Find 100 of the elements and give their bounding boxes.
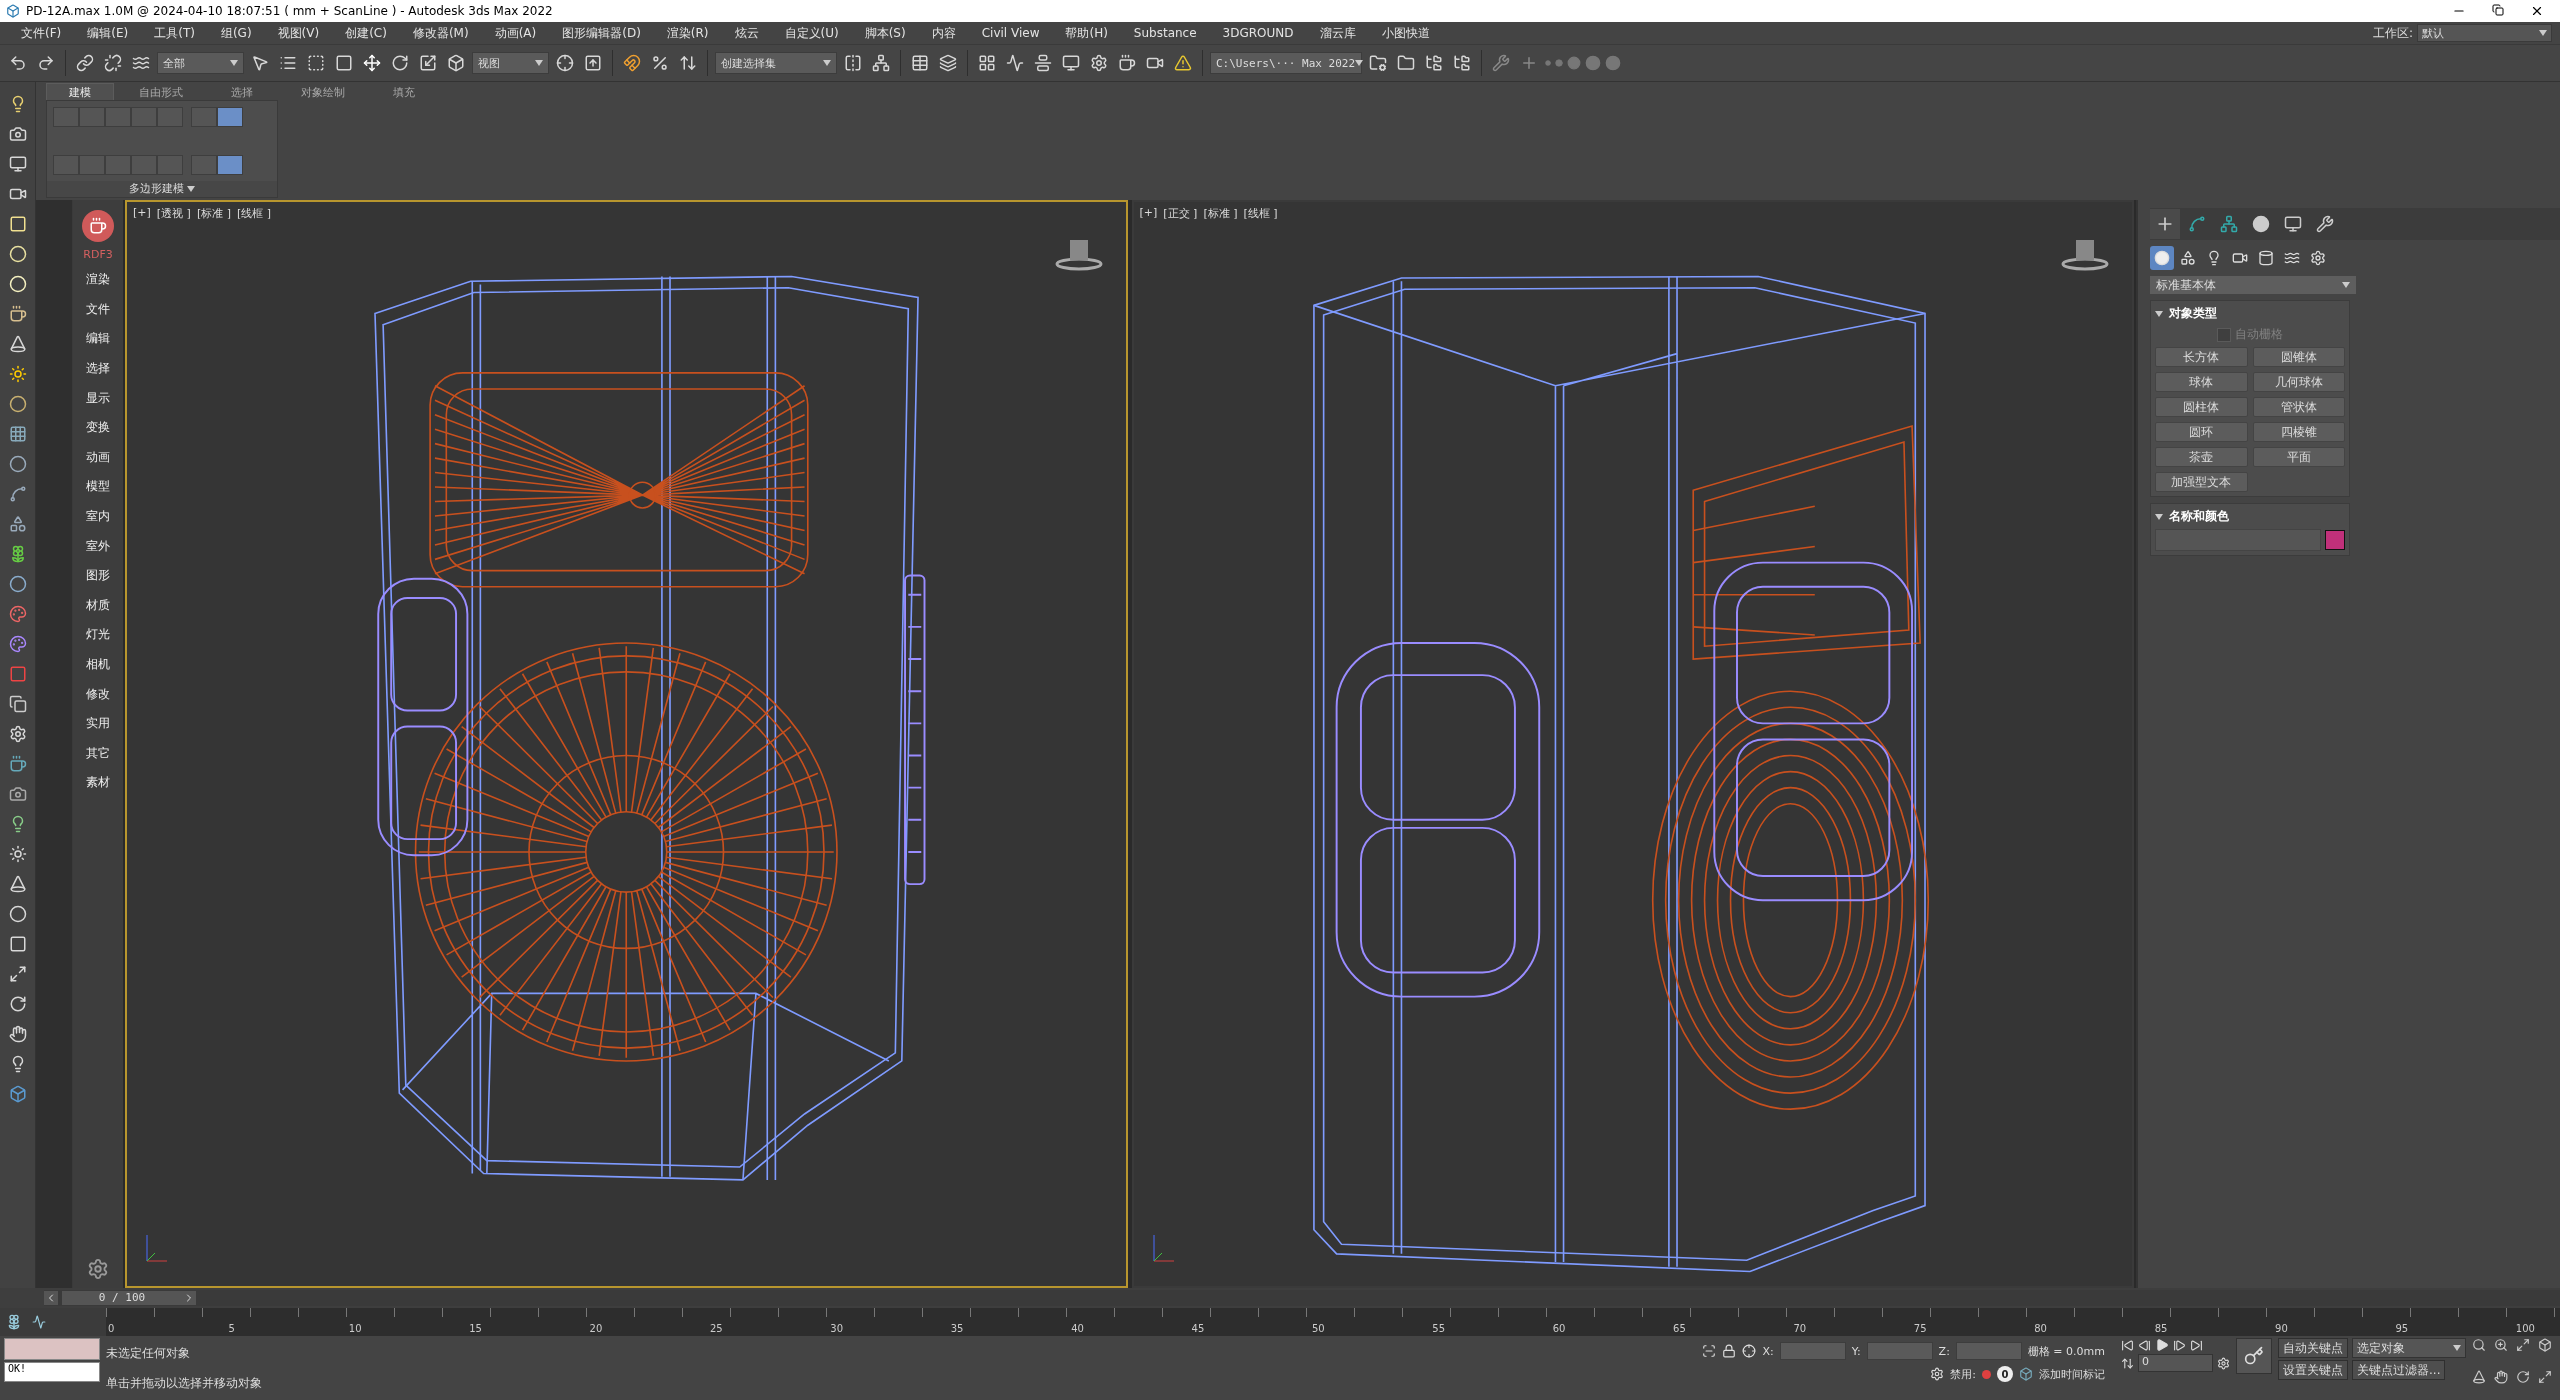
listener-output[interactable]: OK! <box>4 1362 100 1382</box>
restore-icon[interactable] <box>2492 4 2504 16</box>
zoom-icon[interactable] <box>2472 1338 2486 1352</box>
menu-item[interactable]: 自定义(U) <box>771 24 852 42</box>
y-field[interactable] <box>1866 1342 1933 1360</box>
set-key-button[interactable]: 设置关键点 <box>2278 1360 2348 1380</box>
plugin-menu-item[interactable]: 模型 <box>86 472 110 502</box>
viewport-label[interactable]: [线框 ] <box>1243 206 1278 221</box>
menu-item[interactable]: 图形编辑器(D) <box>549 24 654 42</box>
ribbon-tool-button[interactable] <box>217 155 243 175</box>
viewport-label[interactable]: [+] <box>133 206 151 221</box>
menu-item[interactable]: 视图(V) <box>264 24 333 42</box>
primitive-button[interactable]: 加强型文本 <box>2155 472 2248 492</box>
frame-spinner-icon[interactable] <box>2121 1356 2134 1370</box>
toolbar-dropdown[interactable]: 全部 <box>157 52 244 74</box>
plugin-menu-item[interactable]: 灯光 <box>86 620 110 650</box>
x-field[interactable] <box>1779 1342 1846 1360</box>
set-key-icon[interactable] <box>2236 1338 2272 1374</box>
plugin-logo-icon[interactable] <box>82 210 114 242</box>
plugin-menu-item[interactable]: 文件 <box>86 294 110 325</box>
plugin-menu-item[interactable]: 室外 <box>86 531 110 561</box>
time-slider-track[interactable]: 0 / 100 <box>44 1290 2560 1306</box>
add-time-tag-link[interactable]: 添加时间标记 <box>2039 1366 2105 1382</box>
viewport-label[interactable]: [标准 ] <box>196 206 231 221</box>
previous-frame-icon[interactable] <box>44 1291 58 1305</box>
curve-editor-icon[interactable] <box>32 1315 46 1329</box>
caret-icon[interactable] <box>823 60 831 66</box>
pan-icon[interactable] <box>2494 1370 2508 1384</box>
viewport-label[interactable]: [透视 ] <box>156 206 191 221</box>
plugin-menu-item[interactable]: 图形 <box>86 560 110 591</box>
viewport[interactable]: [+] [正交 ] [标准 ] [线框 ] <box>1131 200 2134 1288</box>
menu-item[interactable]: 3DGROUND <box>1209 26 1307 40</box>
caret-icon[interactable] <box>2155 513 2163 520</box>
rollout-title[interactable]: 对象类型 <box>2169 305 2217 322</box>
create-tab-icon[interactable] <box>2150 209 2180 239</box>
menu-item[interactable]: 文件(F) <box>8 24 75 42</box>
ribbon-tab[interactable]: 建模 <box>46 83 114 100</box>
geometry-icon[interactable] <box>2150 246 2174 270</box>
caret-icon[interactable] <box>1355 60 1364 66</box>
plugin-menu-item[interactable]: 实用 <box>86 708 110 739</box>
color-swatch[interactable] <box>2325 530 2345 550</box>
time-slider-thumb[interactable]: 0 / 100 <box>62 1291 182 1305</box>
key-target-dropdown[interactable]: 选定对象 <box>2352 1338 2466 1358</box>
ribbon-panel-label[interactable]: 多边形建模 <box>128 182 184 195</box>
primitive-button[interactable]: 四棱锥 <box>2252 422 2345 442</box>
menu-item[interactable]: 修改器(M) <box>399 24 482 42</box>
menu-item[interactable]: 脚本(S) <box>851 24 919 42</box>
plugin-menu-item[interactable]: 其它 <box>86 738 110 769</box>
menu-item[interactable]: 炫云 <box>721 24 772 42</box>
primitive-button[interactable]: 茶壶 <box>2155 447 2248 467</box>
menu-item[interactable]: 组(G) <box>207 24 265 42</box>
menu-item[interactable]: 创建(C) <box>332 24 400 42</box>
menu-item[interactable]: 小图快道 <box>1368 24 1443 42</box>
zoom-all-icon[interactable] <box>2494 1338 2508 1352</box>
menu-item[interactable]: 内容 <box>918 24 969 42</box>
primitive-button[interactable]: 圆柱体 <box>2155 397 2248 417</box>
go-to-end-icon[interactable] <box>2190 1338 2203 1352</box>
caret-icon[interactable] <box>230 60 238 66</box>
toolbar-dropdown[interactable]: 视图 <box>472 52 549 74</box>
viewport-label[interactable]: [+] <box>1139 206 1158 221</box>
plugin-menu-item[interactable]: 动画 <box>86 442 110 473</box>
plugin-menu-item[interactable]: 变换 <box>86 412 110 443</box>
plugin-menu-item[interactable]: 素材 <box>86 768 110 798</box>
maximize-icon[interactable] <box>2538 1370 2552 1384</box>
plugin-menu-item[interactable]: 相机 <box>86 649 110 680</box>
ribbon-tab[interactable]: 对象绘制 <box>278 83 368 100</box>
menu-item[interactable]: Civil View <box>968 26 1053 40</box>
settings-icon[interactable] <box>87 1258 109 1280</box>
workspace-dropdown[interactable]: 默认 <box>2417 24 2552 42</box>
menu-item[interactable]: 帮助(H) <box>1052 24 1121 42</box>
ribbon-tab[interactable]: 自由形式 <box>116 83 206 100</box>
viewport[interactable]: [+] [透视 ] [标准 ] [线框 ] <box>125 200 1128 1288</box>
menu-item[interactable]: 动画(A) <box>481 24 550 42</box>
ribbon-tab[interactable]: 选择 <box>208 83 276 100</box>
primitive-button[interactable]: 长方体 <box>2155 347 2248 367</box>
plugin-menu-item[interactable]: 选择 <box>86 353 110 384</box>
caret-icon[interactable] <box>2155 310 2163 317</box>
primitive-button[interactable]: 几何球体 <box>2252 372 2345 392</box>
menu-item[interactable]: 工具(T) <box>141 24 208 42</box>
menu-item[interactable]: Substance <box>1120 26 1210 40</box>
caret-icon[interactable] <box>2453 1345 2461 1351</box>
category-dropdown[interactable]: 标准基本体 <box>2150 276 2356 294</box>
caret-icon[interactable] <box>187 186 196 192</box>
rollout-title[interactable]: 名称和颜色 <box>2169 508 2229 525</box>
close-icon[interactable] <box>2530 4 2544 18</box>
menu-item[interactable]: 编辑(E) <box>74 24 142 42</box>
plugin-menu-item[interactable]: 显示 <box>86 383 110 413</box>
caret-icon[interactable] <box>2539 30 2547 36</box>
next-frame-icon[interactable] <box>182 1291 196 1305</box>
plugin-menu-item[interactable]: 修改 <box>86 679 110 709</box>
record-dot-icon[interactable] <box>1982 1369 1991 1379</box>
auto-key-button[interactable]: 自动关键点 <box>2278 1338 2348 1358</box>
play-icon[interactable] <box>2155 1338 2169 1352</box>
caret-icon[interactable] <box>535 60 543 66</box>
toolbar-dropdown[interactable]: 创建选择集 <box>715 52 837 74</box>
viewport-label[interactable]: [标准 ] <box>1203 206 1238 221</box>
primitive-button[interactable]: 球体 <box>2155 372 2248 392</box>
viewport-label[interactable]: [正交 ] <box>1163 206 1198 221</box>
primitive-button[interactable]: 圆锥体 <box>2252 347 2345 367</box>
plugin-menu-item[interactable]: 渲染 <box>86 265 110 295</box>
